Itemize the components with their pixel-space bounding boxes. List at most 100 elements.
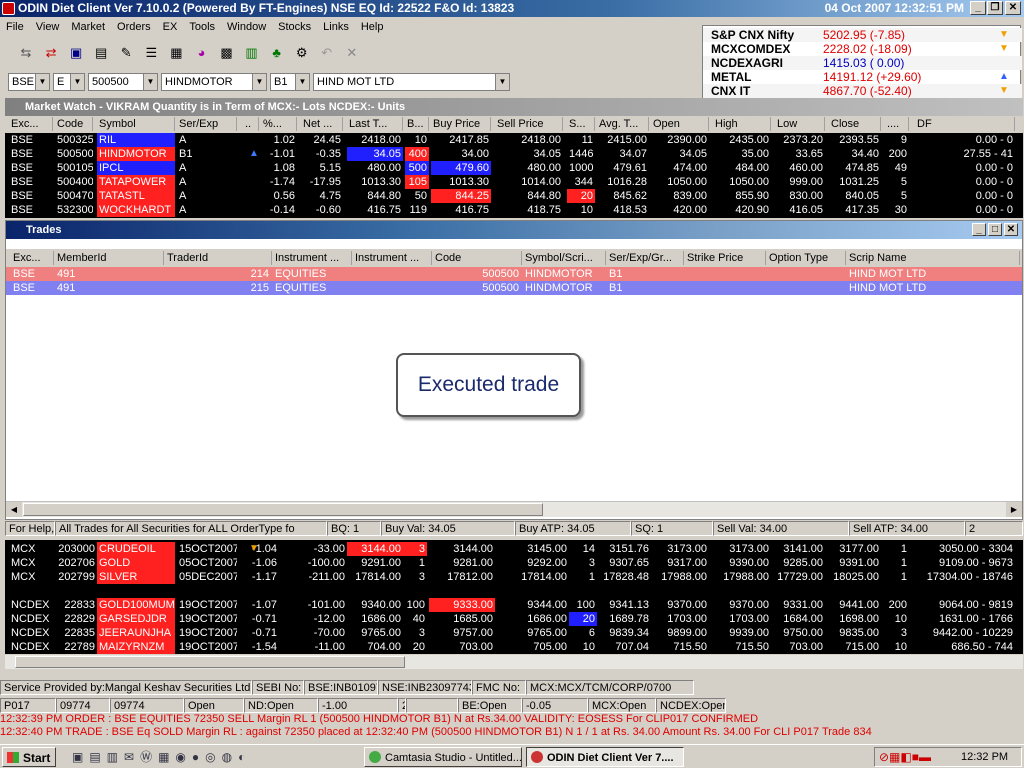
table-cell: 15OCT2007 — [179, 543, 237, 555]
ticker-row[interactable]: CNX IT 4867.70 (-52.40) ▼ — [703, 84, 1022, 98]
column-header[interactable]: Strike Price — [684, 251, 766, 265]
column-header[interactable]: TraderId — [164, 251, 272, 265]
table-row[interactable]: BSE 500325 RIL A 1.02 24.45 2418.00 10 2417.85 24… — [5, 133, 1023, 147]
column-header[interactable]: B... — [405, 117, 429, 131]
trades-minimize-button[interactable]: _ — [972, 223, 986, 236]
column-header[interactable]: Exc... — [9, 117, 53, 131]
table-row[interactable] — [5, 584, 1023, 598]
column-header[interactable]: Symbol — [97, 117, 175, 131]
scroll-right-icon[interactable]: ▶ — [1006, 502, 1022, 517]
pie-chart-icon[interactable]: ◕ — [191, 43, 211, 63]
symbol-select[interactable]: HINDMOTOR ▼ — [161, 73, 267, 91]
column-header[interactable]: .. — [243, 117, 259, 131]
taskbar-camtasia[interactable]: Camtasia Studio - Untitled... — [364, 747, 522, 767]
trade-row[interactable]: BSE 491 215 EQUITIES 500500 HINDMOTOR B1 HIND M… — [6, 281, 1022, 295]
exchange-select[interactable]: BSE ▼ — [8, 73, 50, 91]
menu-tools[interactable]: Tools — [183, 17, 221, 38]
column-header[interactable]: .... — [885, 117, 909, 131]
menu-stocks[interactable]: Stocks — [272, 17, 317, 38]
table-row[interactable]: MCX 203000 CRUDEOIL 15OCT2007 -1.04 -33.00 314… — [5, 542, 1023, 556]
grid-icon[interactable]: ▦ — [166, 43, 186, 63]
column-header[interactable]: DF — [915, 117, 1015, 131]
table-row[interactable]: NCDEX 22829 GARSEDJDR 19OCT2007 -0.71 -12.00 1… — [5, 612, 1023, 626]
column-header[interactable]: Net ... — [301, 117, 343, 131]
scrip-name-select[interactable]: HIND MOT LTD ▼ — [313, 73, 510, 91]
scroll-left-icon[interactable]: ◀ — [6, 502, 22, 517]
commodity-horizontal-scrollbar[interactable] — [5, 655, 1023, 669]
trades-close-button[interactable]: ✕ — [1004, 223, 1018, 236]
menu-links[interactable]: Links — [317, 17, 355, 38]
ticker-row[interactable]: S&P CNX Nifty 5202.95 (-7.85) ▼ — [703, 28, 1022, 42]
settings-icon[interactable]: ⚙ — [292, 43, 312, 63]
calculator-icon[interactable]: ▩ — [217, 43, 237, 63]
menu-file[interactable]: File — [0, 17, 30, 38]
column-header[interactable]: S... — [567, 117, 595, 131]
trade-row[interactable]: BSE 491 214 EQUITIES 500500 HINDMOTOR B1 HIND M… — [6, 267, 1022, 281]
print-icon[interactable]: ▤ — [91, 43, 111, 63]
column-header[interactable]: MemberId — [54, 251, 164, 265]
menu-ex[interactable]: EX — [157, 17, 184, 38]
table-row[interactable]: NCDEX 22833 GOLD100MUM 19OCT2007 -1.07 -101.0… — [5, 598, 1023, 612]
start-button[interactable]: Start — [2, 747, 56, 767]
column-header[interactable]: Ser/Exp — [177, 117, 237, 131]
column-header[interactable]: Ser/Exp/Gr... — [606, 251, 684, 265]
column-header[interactable]: Exc... — [10, 251, 54, 265]
column-header[interactable]: Last T... — [347, 117, 403, 131]
table-row[interactable]: BSE 500105 IPCL A 1.08 5.15 480.00 500 479.60 480… — [5, 161, 1023, 175]
series-select[interactable]: B1 ▼ — [270, 73, 310, 91]
table-row[interactable]: BSE 532300 WOCKHARDT A -0.14 -0.60 416.75 119 41… — [5, 203, 1023, 217]
code-select[interactable]: 500500 ▼ — [88, 73, 158, 91]
column-header[interactable]: %... — [261, 117, 297, 131]
table-row[interactable]: MCX 202799 SILVER 05DEC2007 -1.17 -211.00 1781… — [5, 570, 1023, 584]
column-header[interactable]: Scrip Name — [846, 251, 1020, 265]
column-header[interactable]: Instrument ... — [272, 251, 352, 265]
scroll-thumb[interactable] — [23, 503, 543, 516]
minimize-button[interactable]: _ — [970, 1, 986, 15]
close-button[interactable]: ✕ — [1005, 1, 1021, 15]
column-header[interactable]: Code — [432, 251, 522, 265]
menu-view[interactable]: View — [30, 17, 66, 38]
column-header[interactable]: Option Type — [766, 251, 846, 265]
column-header[interactable]: Symbol/Scri... — [522, 251, 606, 265]
column-header[interactable]: Low — [775, 117, 825, 131]
table-row[interactable]: NCDEX 22835 JEERAUNJHA 19OCT2007 -0.71 -70.00… — [5, 626, 1023, 640]
tree-icon[interactable]: ♣ — [267, 43, 287, 63]
ticker-row[interactable]: METAL 14191.12 (+29.60) ▲ — [703, 70, 1022, 84]
column-header[interactable]: High — [713, 117, 771, 131]
menu-market[interactable]: Market — [65, 17, 111, 38]
column-header[interactable]: Sell Price — [495, 117, 563, 131]
save-icon[interactable]: ▣ — [66, 43, 86, 63]
edit-icon[interactable]: ✎ — [116, 43, 136, 63]
quick-launch-icons[interactable]: ▣▤▥✉Ⓦ▦◉●◎◍◐ — [72, 749, 352, 765]
table-row[interactable]: BSE 500470 TATASTL A 0.56 4.75 844.80 50 844.25 8… — [5, 189, 1023, 203]
table-row[interactable]: BSE 500400 TATAPOWER A -1.74 -17.95 1013.30 105… — [5, 175, 1023, 189]
cancel-icon[interactable]: ✕ — [342, 43, 362, 63]
table-row[interactable]: NCDEX 22789 MAIZYRNZM 19OCT2007 -1.54 -11.00 7… — [5, 640, 1023, 654]
tray-icons[interactable]: ⊘▦◧■▬ — [879, 750, 931, 764]
table-row[interactable]: MCX 202706 GOLD 05OCT2007 -1.06 -100.00 9291.0… — [5, 556, 1023, 570]
ticker-row[interactable]: NCDEXAGRI 1415.03 ( 0.00) — [703, 56, 1022, 70]
table-row[interactable]: BSE 500500 HINDMOTOR B1 -1.01 -0.35 34.05 400 34… — [5, 147, 1023, 161]
ticker-row[interactable]: MCXCOMDEX 2228.02 (-18.09) ▼ — [703, 42, 1022, 56]
table-cell: 703.00 — [789, 641, 823, 653]
sell-order-icon[interactable]: ⇄ — [41, 43, 61, 63]
restore-button[interactable]: ❐ — [987, 1, 1003, 15]
taskbar-odin[interactable]: ODIN Diet Client Ver 7.... — [526, 747, 684, 767]
scroll-thumb[interactable] — [15, 656, 405, 668]
menu-orders[interactable]: Orders — [111, 17, 157, 38]
undo-icon[interactable]: ↶ — [317, 43, 337, 63]
list-icon[interactable]: ☰ — [141, 43, 161, 63]
menu-help[interactable]: Help — [355, 17, 390, 38]
column-header[interactable]: Open — [651, 117, 709, 131]
trades-horizontal-scrollbar[interactable]: ◀ ▶ — [6, 501, 1022, 517]
column-header[interactable]: Close — [829, 117, 881, 131]
buy-order-icon[interactable]: ⇆ — [16, 43, 36, 63]
column-header[interactable]: Instrument ... — [352, 251, 432, 265]
chart-icon[interactable]: ▥ — [242, 43, 262, 63]
segment-select[interactable]: E ▼ — [53, 73, 85, 91]
trades-maximize-button[interactable]: □ — [988, 223, 1002, 236]
menu-window[interactable]: Window — [221, 17, 272, 38]
column-header[interactable]: Code — [55, 117, 93, 131]
column-header[interactable]: Buy Price — [431, 117, 491, 131]
column-header[interactable]: Avg. T... — [597, 117, 649, 131]
